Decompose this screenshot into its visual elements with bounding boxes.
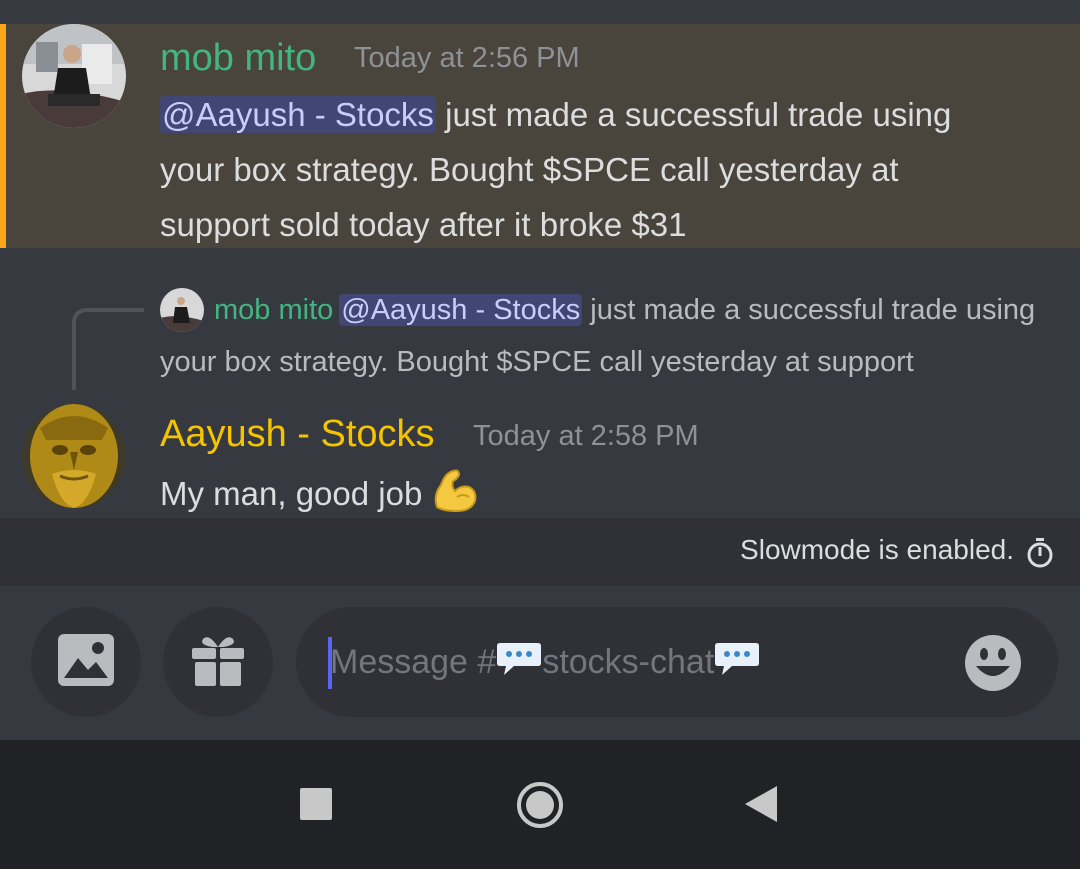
avatar-mob-mito[interactable] xyxy=(22,24,126,128)
slowmode-text: Slowmode is enabled. xyxy=(740,534,1014,565)
timer-icon xyxy=(1026,538,1054,568)
message-placeholder: Message # stocks-chat xyxy=(330,641,760,686)
attach-image-button[interactable] xyxy=(31,607,141,717)
nav-recents-icon[interactable] xyxy=(299,787,333,826)
message-input[interactable]: Message # stocks-chat xyxy=(296,607,1058,717)
avatar-aayush[interactable] xyxy=(22,404,126,508)
user-mention[interactable]: @Aayush - Stocks xyxy=(160,96,436,133)
message-text-line: support sold today after it broke $31 xyxy=(160,206,687,243)
author-name[interactable]: mob mito xyxy=(160,36,316,80)
image-icon xyxy=(58,633,114,691)
reply-author[interactable]: mob mito xyxy=(214,294,333,326)
slowmode-bar: Slowmode is enabled. xyxy=(0,518,1080,586)
message-composer: Message # stocks-chat xyxy=(0,586,1080,740)
gift-button[interactable] xyxy=(163,607,273,717)
reply-preview[interactable]: mob mito @Aayush - Stocks just made a suc… xyxy=(160,284,1060,388)
message-text-line: your box strategy. Bought $SPCE call yes… xyxy=(160,151,899,188)
nav-back-icon[interactable] xyxy=(744,785,778,828)
reply-mention[interactable]: @Aayush - Stocks xyxy=(339,294,583,326)
top-strip xyxy=(0,0,1080,24)
author-name[interactable]: Aayush - Stocks xyxy=(160,412,435,456)
nav-home-icon[interactable] xyxy=(515,780,565,835)
reply-connector xyxy=(72,308,144,390)
message-timestamp: Today at 2:56 PM xyxy=(354,42,580,74)
channel-name: stocks-chat xyxy=(542,643,715,681)
mention-highlight-bar xyxy=(0,24,6,248)
system-navigation-bar xyxy=(0,740,1080,869)
message-text: My man, good job xyxy=(160,475,432,512)
message-mob-mito[interactable]: mob mito Today at 2:56 PM @Aayush - Stoc… xyxy=(0,24,1080,248)
speech-bubble-icon xyxy=(496,641,542,686)
placeholder-prefix: Message # xyxy=(330,643,497,681)
emoji-icon[interactable] xyxy=(964,634,1022,692)
message-text-line: just made a successful trade using xyxy=(435,96,952,133)
message-timestamp: Today at 2:58 PM xyxy=(473,420,699,452)
gift-icon xyxy=(191,633,245,692)
speech-bubble-icon xyxy=(714,641,760,686)
message-content: @Aayush - Stocks just made a successful … xyxy=(160,87,1060,252)
